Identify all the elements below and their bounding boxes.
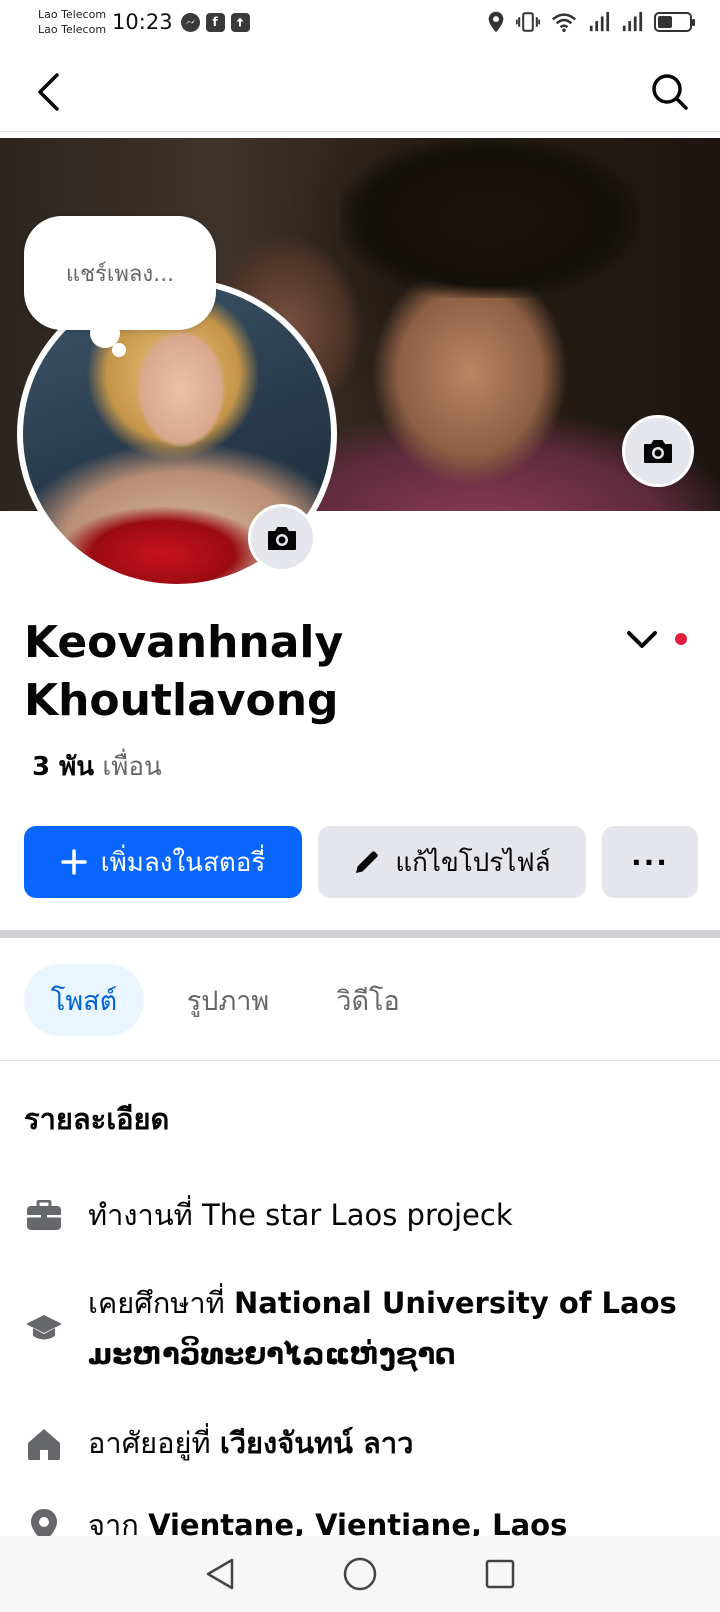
profile-name: Keovanhnaly Khoutlavong [24, 617, 344, 726]
chevron-down-icon [627, 631, 657, 648]
edit-profile-picture-button[interactable] [248, 504, 316, 572]
tab-photos-label: รูปภาพ [186, 985, 270, 1017]
camera-icon [268, 527, 296, 550]
upload-icon [230, 12, 250, 32]
top-navigation [0, 52, 720, 132]
detail-education: เคยศึกษาที่ National University of Laos … [24, 1278, 704, 1380]
detail-residence: อาศัยอยู่ที่ เวียงจันทน์ ลาว [24, 1418, 704, 1469]
detail-work-text: ทำงานที่ The star Laos projeck [88, 1198, 513, 1232]
system-home-button[interactable] [336, 1550, 384, 1598]
carrier-info: Lao Telecom Lao Telecom [38, 7, 106, 37]
tab-photos[interactable]: รูปภาพ [168, 964, 288, 1036]
wifi-icon [551, 13, 577, 32]
note-placeholder: แชร์เพลง... [65, 261, 175, 287]
education-prefix: เคยศึกษาที่ [88, 1286, 235, 1320]
pencil-icon [353, 848, 381, 876]
square-recents-icon [485, 1559, 515, 1589]
status-bar: Lao Telecom Lao Telecom 10:23 f [0, 0, 720, 44]
briefcase-icon [24, 1196, 64, 1236]
detail-education-text: เคยศึกษาที่ National University of Laos … [88, 1278, 704, 1380]
vibrate-icon [516, 12, 540, 32]
carrier-1: Lao Telecom [38, 8, 107, 21]
friends-number: 3 พัน [32, 752, 95, 782]
more-options-button[interactable]: ··· [602, 826, 698, 898]
signal-icon-1 [589, 11, 610, 32]
chevron-left-icon [38, 73, 59, 111]
system-navigation-bar [0, 1536, 720, 1612]
residence-prefix: อาศัยอยู่ที่ [88, 1426, 220, 1460]
system-back-button[interactable] [196, 1550, 244, 1598]
tab-posts[interactable]: โพสต์ [24, 964, 144, 1036]
status-time: 10:23 [112, 10, 173, 34]
add-to-story-button[interactable]: เพิ่มลงในสตอรี่ [24, 826, 302, 898]
edit-profile-button[interactable]: แก้ไขโปรไฟล์ [318, 826, 586, 898]
graduation-cap-icon [24, 1309, 64, 1349]
add-to-story-label: เพิ่มลงในสตอรี่ [100, 847, 266, 878]
plus-icon [60, 849, 87, 875]
tab-videos[interactable]: วิดีโอ [318, 964, 418, 1036]
friends-count[interactable]: 3 พัน เพื่อน [32, 746, 162, 787]
tab-videos-label: วิดีโอ [336, 985, 400, 1017]
camera-icon [644, 440, 672, 463]
triangle-back-icon [206, 1558, 234, 1590]
search-button[interactable] [646, 68, 694, 116]
battery-level [658, 16, 672, 28]
home-icon [24, 1424, 64, 1464]
residence-place[interactable]: เวียงจันทน์ ลาว [220, 1426, 414, 1460]
friends-label: เพื่อน [102, 752, 162, 782]
messenger-icon [180, 12, 200, 32]
facebook-icon: f [205, 12, 225, 32]
carrier-2: Lao Telecom [38, 23, 107, 36]
back-button[interactable] [24, 68, 72, 116]
tab-posts-label: โพสต์ [50, 985, 118, 1017]
search-icon [652, 74, 688, 110]
more-options-label: ··· [631, 845, 669, 879]
tabs-divider [0, 1060, 720, 1061]
note-bubble-tail-small [112, 343, 126, 357]
edit-cover-photo-button[interactable] [622, 415, 694, 487]
section-divider [0, 930, 720, 938]
location-icon [488, 11, 504, 33]
circle-home-icon [343, 1557, 377, 1591]
notification-dot [675, 633, 687, 645]
account-switcher-button[interactable] [622, 622, 662, 658]
cover-photo-detail [340, 138, 640, 298]
note-bubble[interactable]: แชร์เพลง... [24, 216, 216, 330]
battery-icon [654, 12, 695, 32]
details-heading: รายละเอียด [24, 1102, 170, 1136]
detail-residence-text: อาศัยอยู่ที่ เวียงจันทน์ ลาว [88, 1418, 413, 1469]
edit-profile-label: แก้ไขโปรไฟล์ [395, 847, 551, 878]
system-recents-button[interactable] [476, 1550, 524, 1598]
detail-work: ทำงานที่ The star Laos projeck [24, 1190, 704, 1241]
signal-icon-2 [622, 11, 643, 32]
